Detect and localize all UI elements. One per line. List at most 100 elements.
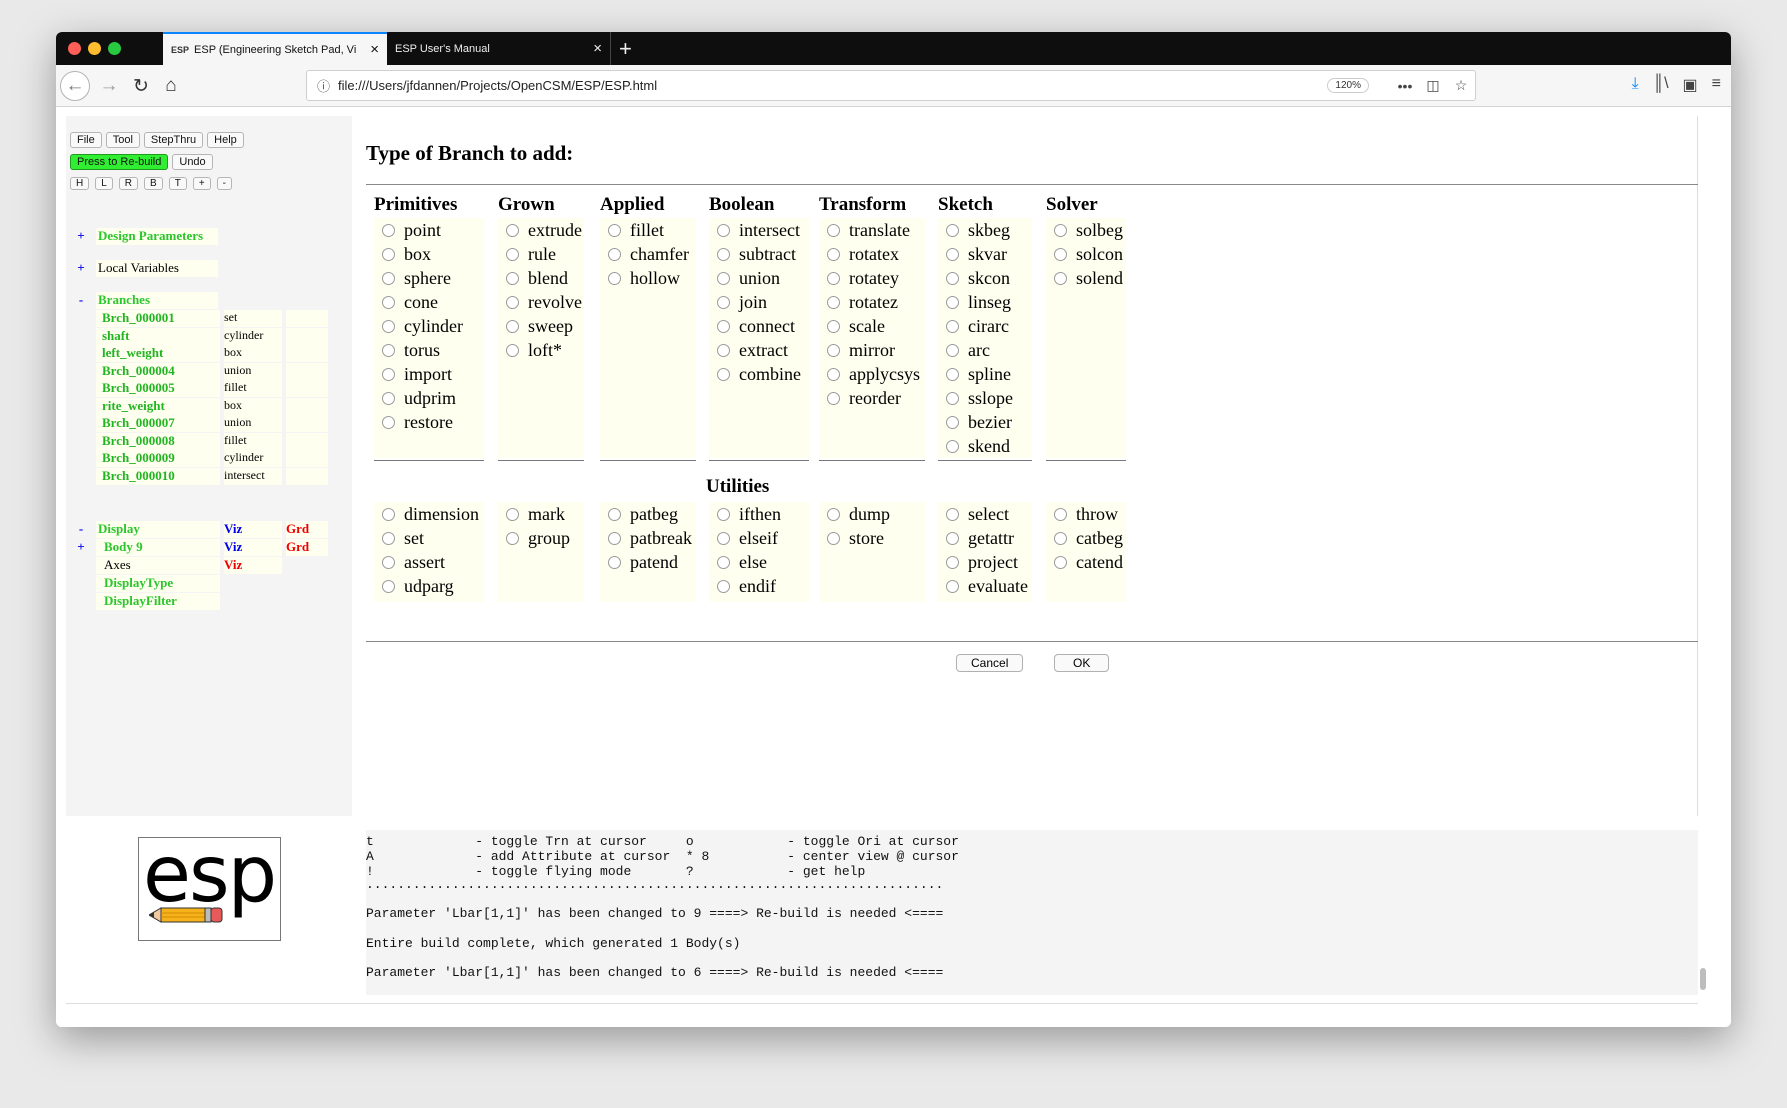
branch-name[interactable]: Brch_000005 [96, 380, 220, 397]
radio-button[interactable] [382, 247, 395, 261]
radio-button[interactable] [382, 531, 395, 545]
radio-button[interactable] [827, 271, 840, 285]
branch-option[interactable]: union [709, 266, 809, 290]
radio-button[interactable] [946, 579, 959, 593]
radio-button[interactable] [382, 391, 395, 405]
design-parameters-label[interactable]: Design Parameters [96, 228, 218, 245]
help-button[interactable]: Help [207, 132, 244, 148]
menu-hamburger-icon[interactable]: ≡ [1712, 75, 1721, 95]
new-tab-icon[interactable]: + [619, 36, 632, 62]
radio-button[interactable] [382, 555, 395, 569]
radio-button[interactable] [382, 319, 395, 333]
tab-users-manual[interactable]: ESP User's Manual × [387, 32, 611, 65]
stepthru-button[interactable]: StepThru [143, 132, 204, 148]
tab-esp[interactable]: ESP ESP (Engineering Sketch Pad, Vi × [163, 32, 387, 65]
radio-button[interactable] [717, 295, 730, 309]
radio-button[interactable] [382, 579, 395, 593]
branch-option[interactable]: loft* [498, 338, 584, 362]
radio-button[interactable] [1054, 271, 1067, 285]
radio-button[interactable] [717, 319, 730, 333]
radio-button[interactable] [1054, 555, 1067, 569]
radio-button[interactable] [1054, 531, 1067, 545]
radio-button[interactable] [382, 367, 395, 381]
radio-button[interactable] [827, 247, 840, 261]
utility-option[interactable]: set [374, 526, 484, 550]
branch-option[interactable]: import [374, 362, 484, 386]
branch-option[interactable]: skbeg [938, 218, 1032, 242]
radio-button[interactable] [827, 295, 840, 309]
radio-button[interactable] [608, 271, 621, 285]
radio-button[interactable] [827, 367, 840, 381]
branch-option[interactable]: applycsys [819, 362, 925, 386]
bookmark-star-icon[interactable]: ☆ [1447, 77, 1475, 94]
tool-button[interactable]: Tool [105, 132, 140, 148]
close-window-button[interactable] [68, 42, 81, 55]
close-tab-icon[interactable]: × [370, 41, 379, 58]
branch-option[interactable]: solcon [1046, 242, 1126, 266]
view-top-button[interactable]: T [168, 177, 187, 190]
radio-button[interactable] [717, 555, 730, 569]
radio-button[interactable] [506, 319, 519, 333]
radio-button[interactable] [827, 223, 840, 237]
branch-option[interactable]: scale [819, 314, 925, 338]
radio-button[interactable] [608, 507, 621, 521]
branch-option[interactable]: restore [374, 410, 484, 434]
expand-body[interactable]: + [66, 539, 96, 556]
utility-option[interactable]: catbeg [1046, 526, 1126, 550]
zoom-out-button[interactable]: - [216, 177, 232, 190]
utility-option[interactable]: project [938, 550, 1032, 574]
radio-button[interactable] [382, 415, 395, 429]
display-type-label[interactable]: DisplayType [96, 575, 220, 592]
download-icon[interactable]: ⤓ [1632, 75, 1639, 95]
branch-option[interactable]: solend [1046, 266, 1126, 290]
branch-name[interactable]: Brch_000007 [96, 415, 220, 432]
branch-option[interactable]: intersect [709, 218, 809, 242]
minimize-window-button[interactable] [88, 42, 101, 55]
branch-option[interactable]: point [374, 218, 484, 242]
branch-option[interactable]: translate [819, 218, 925, 242]
axes-viz-toggle[interactable]: Viz [224, 557, 282, 574]
radio-button[interactable] [717, 507, 730, 521]
radio-button[interactable] [946, 439, 959, 453]
radio-button[interactable] [946, 555, 959, 569]
radio-button[interactable] [946, 415, 959, 429]
branches-label[interactable]: Branches [96, 292, 218, 309]
branch-option[interactable]: spline [938, 362, 1032, 386]
branch-option[interactable]: linseg [938, 290, 1032, 314]
branch-name[interactable]: shaft [96, 327, 220, 345]
expand-design-parameters[interactable]: + [66, 228, 96, 245]
branch-option[interactable]: extrude [498, 218, 584, 242]
radio-button[interactable] [946, 223, 959, 237]
view-home-button[interactable]: H [70, 177, 90, 190]
branch-option[interactable]: hollow [600, 266, 696, 290]
branch-option[interactable]: join [709, 290, 809, 314]
radio-button[interactable] [717, 223, 730, 237]
branch-option[interactable]: mirror [819, 338, 925, 362]
branch-option[interactable]: solbeg [1046, 218, 1126, 242]
utility-option[interactable]: ifthen [709, 502, 809, 526]
radio-button[interactable] [946, 343, 959, 357]
utility-option[interactable]: else [709, 550, 809, 574]
radio-button[interactable] [608, 531, 621, 545]
radio-button[interactable] [946, 531, 959, 545]
branch-name[interactable]: Brch_000010 [96, 467, 220, 485]
branch-option[interactable]: connect [709, 314, 809, 338]
url-text[interactable]: file:///Users/jfdannen/Projects/OpenCSM/… [338, 78, 1327, 93]
branch-option[interactable]: reorder [819, 386, 925, 410]
expand-local-variables[interactable]: + [66, 260, 96, 277]
view-right-button[interactable]: R [118, 177, 139, 190]
display-filter-label[interactable]: DisplayFilter [96, 593, 220, 610]
utility-option[interactable]: group [498, 526, 584, 550]
branch-option[interactable]: bezier [938, 410, 1032, 434]
rebuild-button[interactable]: Press to Re-build [70, 154, 169, 170]
branch-option[interactable]: rotatey [819, 266, 925, 290]
radio-button[interactable] [1054, 247, 1067, 261]
radio-button[interactable] [946, 319, 959, 333]
console-scrollbar[interactable] [1700, 968, 1706, 990]
branch-option[interactable]: rule [498, 242, 584, 266]
collapse-display[interactable]: - [66, 521, 96, 538]
forward-arrow-icon[interactable]: → [94, 71, 124, 101]
file-button[interactable]: File [70, 132, 102, 148]
radio-button[interactable] [608, 223, 621, 237]
utility-option[interactable]: select [938, 502, 1032, 526]
